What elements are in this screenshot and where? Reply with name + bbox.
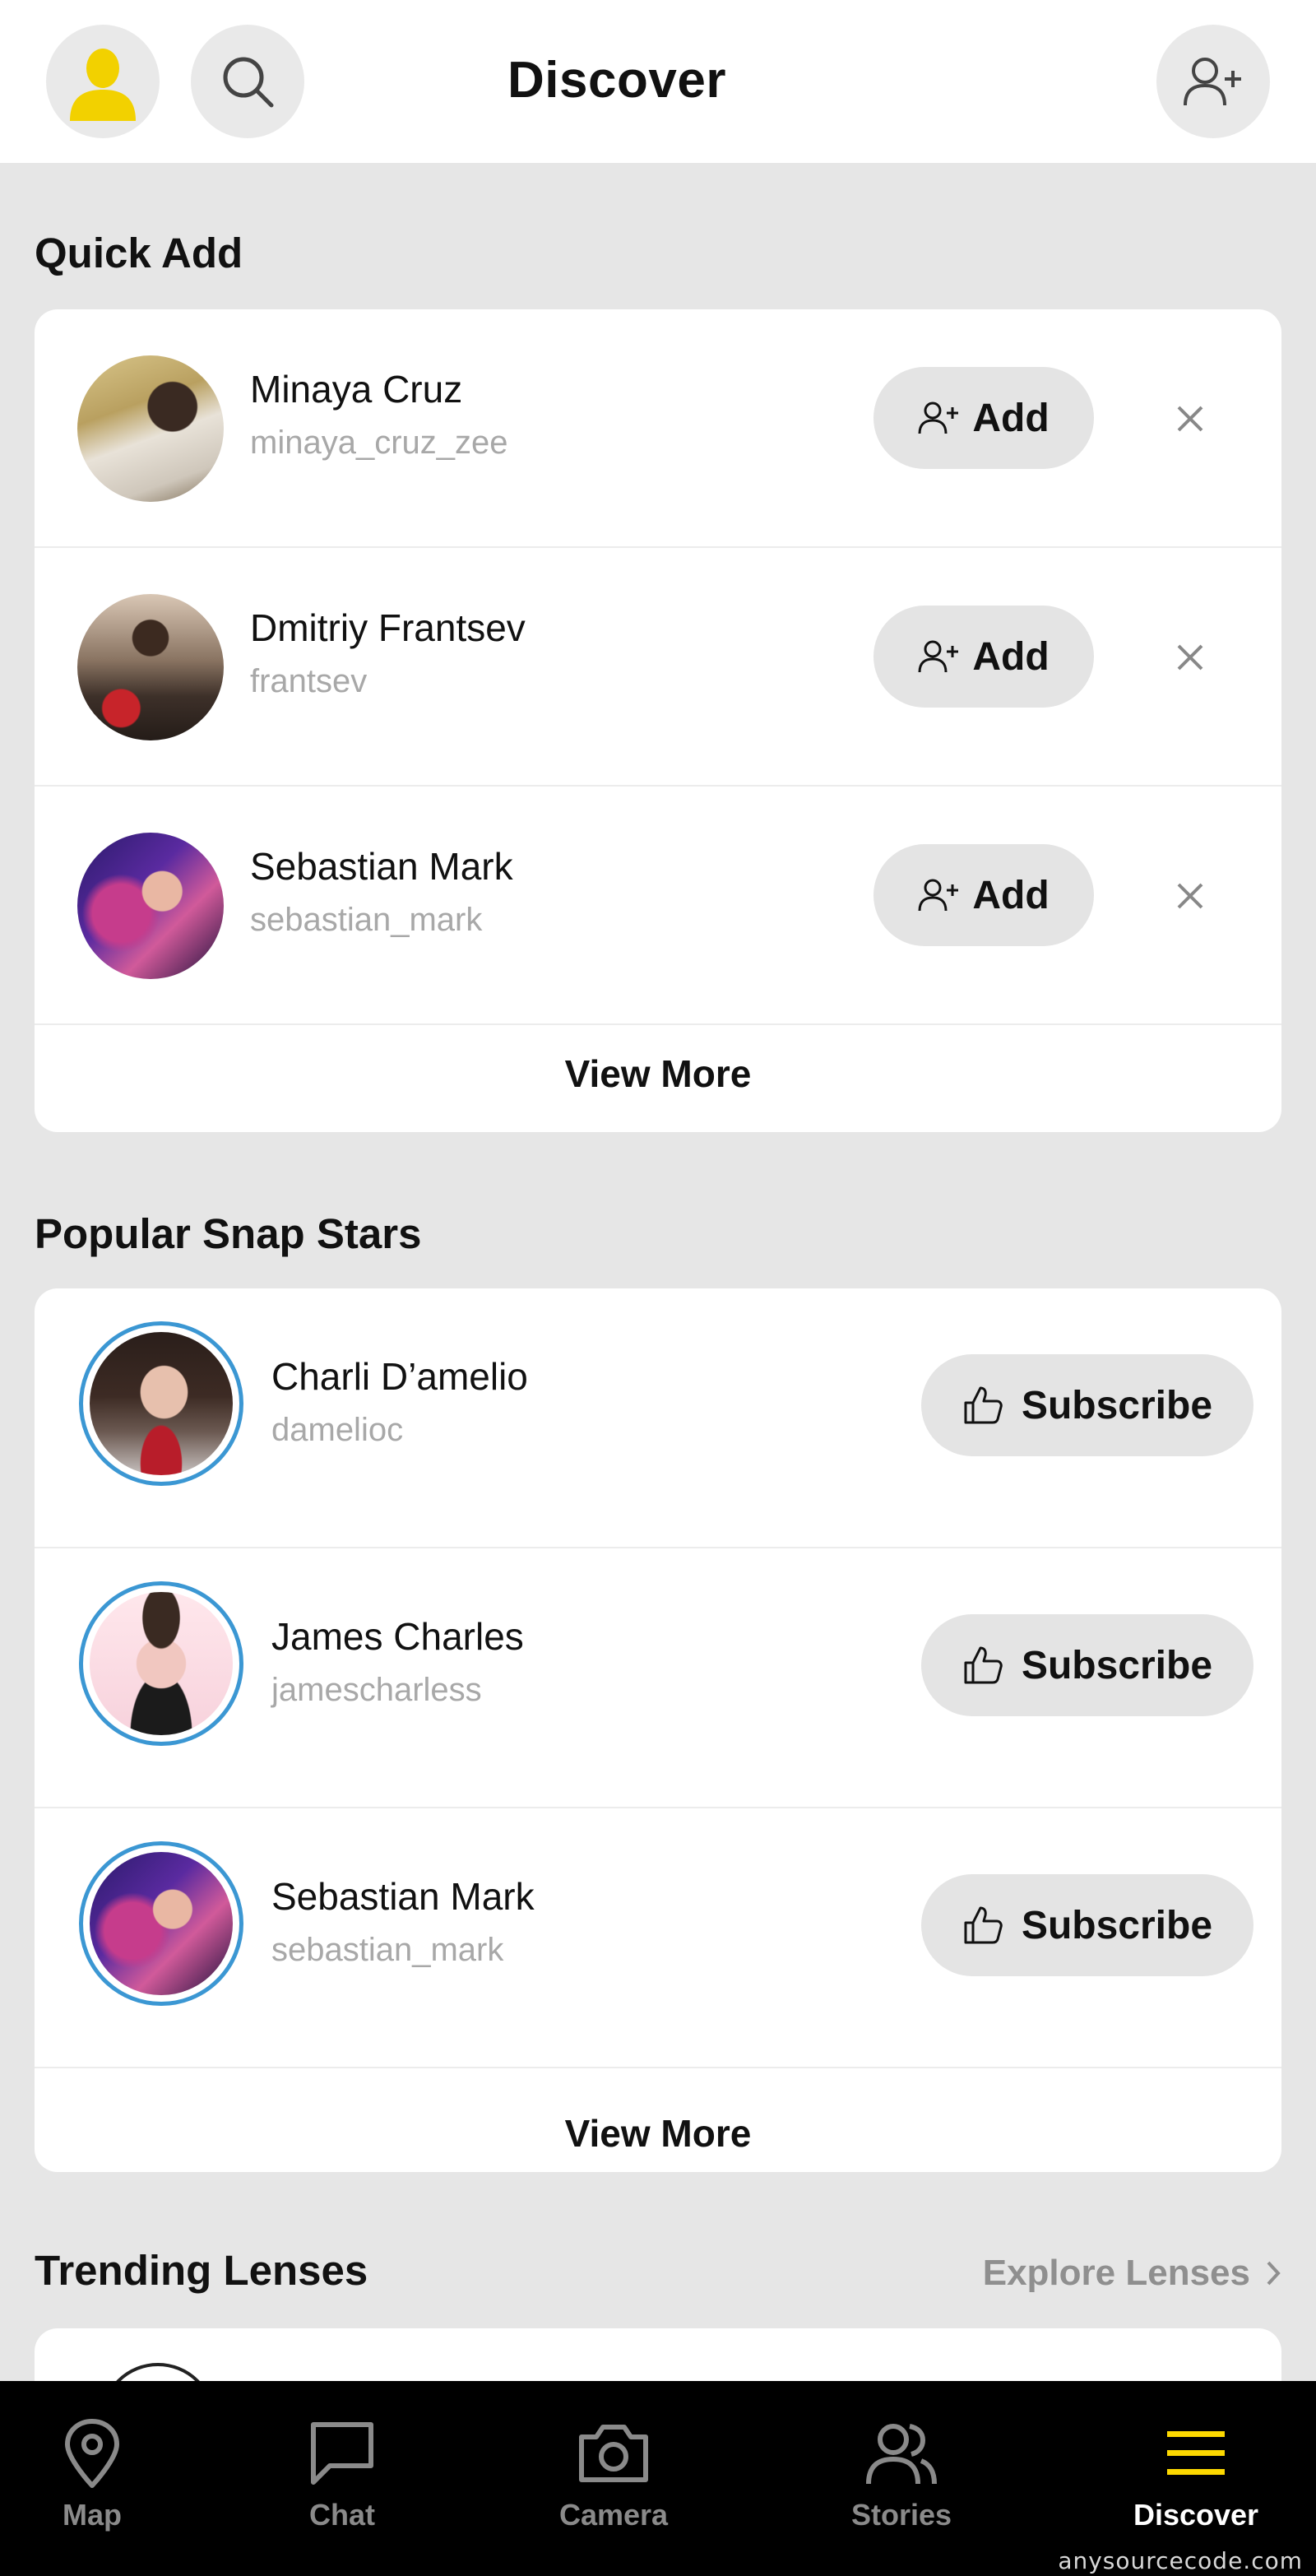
snap-star-row: Sebastian Mark sebastian_mark Subscribe <box>35 1808 1281 2068</box>
nav-chat-label: Chat <box>309 2498 375 2532</box>
thumbs-up-icon <box>964 1386 1003 1424</box>
page-title: Discover <box>0 51 1234 109</box>
snap-star-avatar[interactable] <box>79 1581 243 1746</box>
snap-star-row: Charli D’amelio damelioc Subscribe <box>35 1288 1281 1548</box>
add-friend-button[interactable]: Add <box>873 844 1094 946</box>
snap-star-username: sebastian_mark <box>271 1932 504 1968</box>
nav-camera[interactable]: Camera <box>523 2414 704 2532</box>
chevron-right-icon <box>1267 2261 1281 2286</box>
add-friend-icon <box>918 879 959 912</box>
nav-map-label: Map <box>63 2498 122 2532</box>
nav-chat[interactable]: Chat <box>252 2414 433 2532</box>
chat-icon <box>311 2422 373 2485</box>
map-pin-icon <box>65 2419 119 2488</box>
add-friend-button[interactable]: Add <box>873 606 1094 708</box>
snap-star-username: damelioc <box>271 1412 404 1448</box>
snap-star-photo <box>90 1592 233 1735</box>
quick-add-row: Minaya Cruz minaya_cruz_zee Add <box>35 309 1281 548</box>
nav-discover[interactable]: Discover <box>1105 2414 1286 2532</box>
close-icon <box>1177 883 1203 909</box>
camera-icon <box>579 2425 648 2482</box>
friend-name: Minaya Cruz <box>250 368 463 411</box>
menu-icon <box>1167 2431 1225 2475</box>
friend-username: minaya_cruz_zee <box>250 425 508 461</box>
explore-lenses-label: Explore Lenses <box>982 2253 1250 2293</box>
watermark-text: anysourcecode.com <box>1058 2547 1303 2574</box>
subscribe-label: Subscribe <box>1021 1903 1213 1947</box>
snap-stars-view-more[interactable]: View More <box>35 2111 1281 2156</box>
thumbs-up-icon <box>964 1906 1003 1944</box>
friend-username: sebastian_mark <box>250 902 483 938</box>
friend-name: Sebastian Mark <box>250 845 513 888</box>
add-friend-icon <box>1184 58 1241 106</box>
snap-star-avatar[interactable] <box>79 1321 243 1486</box>
friend-photo[interactable] <box>77 833 224 979</box>
nav-stories-label: Stories <box>850 2498 952 2532</box>
add-label: Add <box>972 396 1050 440</box>
snap-star-username: jamescharless <box>271 1672 482 1708</box>
subscribe-label: Subscribe <box>1021 1643 1213 1687</box>
close-icon <box>1177 644 1203 671</box>
dismiss-button[interactable] <box>1170 398 1211 439</box>
add-friend-icon <box>918 401 959 434</box>
subscribe-button[interactable]: Subscribe <box>921 1354 1253 1456</box>
subscribe-label: Subscribe <box>1021 1383 1213 1427</box>
friend-username: frantsev <box>250 663 368 699</box>
add-label: Add <box>972 634 1050 679</box>
explore-lenses-link[interactable]: Explore Lenses <box>983 2253 1281 2294</box>
thumbs-up-icon <box>964 1646 1003 1684</box>
add-friend-button[interactable]: Add <box>873 367 1094 469</box>
subscribe-button[interactable]: Subscribe <box>921 1614 1253 1716</box>
snap-stars-card: Charli D’amelio damelioc Subscribe James… <box>35 1288 1281 2172</box>
quick-add-row: Dmitriy Frantsev frantsev Add <box>35 548 1281 787</box>
add-label: Add <box>972 873 1050 917</box>
friend-name: Dmitriy Frantsev <box>250 606 526 649</box>
close-icon <box>1177 406 1203 432</box>
page-title-text: Discover <box>507 52 726 109</box>
friend-photo[interactable] <box>77 355 224 502</box>
quick-add-card: Minaya Cruz minaya_cruz_zee Add Dmitriy … <box>35 309 1281 1132</box>
trending-lenses-title: Trending Lenses <box>35 2247 368 2294</box>
snap-star-row: James Charles jamescharless Subscribe <box>35 1548 1281 1808</box>
nav-discover-label: Discover <box>1133 2498 1259 2532</box>
snap-star-name: Charli D’amelio <box>271 1355 528 1398</box>
snap-star-photo <box>90 1852 233 1995</box>
nav-stories[interactable]: Stories <box>811 2414 992 2532</box>
snap-stars-title: Popular Snap Stars <box>35 1210 422 1257</box>
add-friend-icon <box>918 640 959 673</box>
nav-camera-label: Camera <box>558 2498 669 2532</box>
top-bar: Discover <box>0 0 1316 163</box>
snap-star-avatar[interactable] <box>79 1841 243 2006</box>
dismiss-button[interactable] <box>1170 875 1211 917</box>
snap-star-name: James Charles <box>271 1615 524 1658</box>
snap-star-photo <box>90 1332 233 1475</box>
add-friend-button[interactable] <box>1156 25 1270 138</box>
stories-icon <box>866 2424 937 2485</box>
quick-add-title: Quick Add <box>35 230 243 276</box>
dismiss-button[interactable] <box>1170 637 1211 678</box>
quick-add-view-more[interactable]: View More <box>35 1051 1281 1096</box>
subscribe-button[interactable]: Subscribe <box>921 1874 1253 1976</box>
friend-photo[interactable] <box>77 594 224 740</box>
snap-star-name: Sebastian Mark <box>271 1875 535 1918</box>
quick-add-row: Sebastian Mark sebastian_mark Add <box>35 787 1281 1025</box>
nav-map[interactable]: Map <box>2 2414 183 2532</box>
